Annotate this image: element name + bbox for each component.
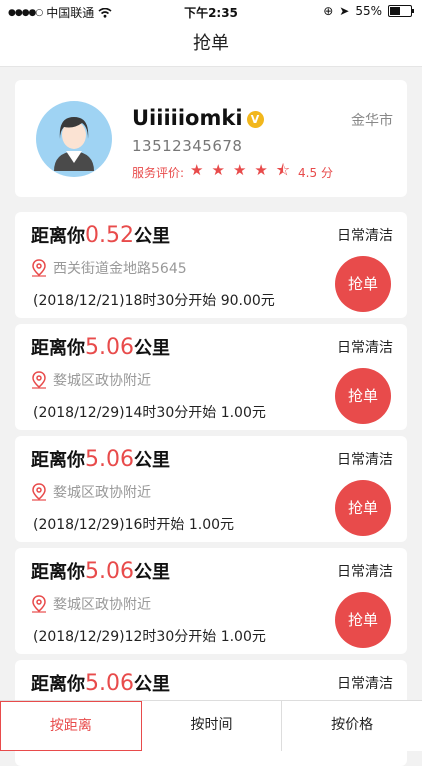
service-type: 日常清洁 [337, 452, 393, 468]
service-type: 日常清洁 [337, 340, 393, 356]
tab-sort-price[interactable]: 按价格 [282, 701, 422, 751]
address-row: 西关街道金地路5645 [31, 258, 187, 278]
order-card[interactable]: 距离你0.52公里 日常清洁 西关街道金地路5645 (2018/12/21)1… [15, 212, 407, 318]
address-text: 婺城区政协附近 [53, 485, 151, 501]
tab-sort-time[interactable]: 按时间 [142, 701, 283, 751]
location-pin-icon [32, 483, 46, 501]
rating-label: 服务评价: [132, 166, 185, 180]
location-pin-icon [32, 595, 46, 613]
avatar [36, 101, 112, 177]
time-price-text: (2018/12/29)14时30分开始 1.00元 [33, 405, 266, 421]
address-row: 婺城区政协附近 [31, 594, 151, 614]
sort-tab-bar: 按距离 按时间 按价格 [0, 700, 422, 751]
nav-bar: 抢单 [0, 22, 422, 67]
distance-text: 距离你5.06公里 [31, 447, 170, 472]
time-price-text: (2018/12/29)16时开始 1.00元 [33, 517, 235, 533]
user-name-row: Uiiiiiomki V [132, 106, 264, 130]
location-pin-icon [32, 371, 46, 389]
rating-row: 服务评价: ★★★★⯪ 4.5 分 [132, 160, 333, 185]
page-title: 抢单 [193, 33, 229, 54]
status-bar: ●●●●○ 中国联通 下午2:35 ⊕ ➤ 55% [0, 0, 422, 22]
time-price-text: (2018/12/21)18时30分开始 90.00元 [33, 293, 275, 309]
phone-number: 13512345678 [132, 137, 243, 155]
order-card[interactable]: 距离你5.06公里 日常清洁 婺城区政协附近 (2018/12/29)14时30… [15, 324, 407, 430]
address-text: 婺城区政协附近 [53, 373, 151, 389]
user-name: Uiiiiiomki [132, 106, 243, 130]
grab-order-button[interactable]: 抢单 [335, 368, 391, 424]
star-rating-icon: ★★★★⯪ [190, 161, 299, 179]
location-icon: ➤ [339, 4, 350, 18]
distance-text: 距离你5.06公里 [31, 559, 170, 584]
grab-order-button[interactable]: 抢单 [335, 592, 391, 648]
orientation-lock-icon: ⊕ [323, 4, 334, 18]
distance-text: 距离你5.06公里 [31, 335, 170, 360]
grab-order-button[interactable]: 抢单 [335, 256, 391, 312]
order-card[interactable]: 距离你5.06公里 日常清洁 婺城区政协附近 (2018/12/29)12时30… [15, 548, 407, 654]
distance-text: 距离你5.06公里 [31, 671, 170, 696]
tab-sort-distance[interactable]: 按距离 [0, 701, 142, 751]
city-label: 金华市 [351, 113, 393, 129]
profile-card: Uiiiiiomki V 13512345678 服务评价: ★★★★⯪ 4.5 … [15, 80, 407, 197]
order-card[interactable]: 距离你5.06公里 日常清洁 婺城区政协附近 (2018/12/29)16时开始… [15, 436, 407, 542]
service-type: 日常清洁 [337, 564, 393, 580]
address-row: 婺城区政协附近 [31, 482, 151, 502]
rating-value: 4.5 分 [298, 166, 333, 180]
battery-percent: 55% [355, 4, 382, 18]
service-type: 日常清洁 [337, 676, 393, 692]
time-price-text: (2018/12/29)12时30分开始 1.00元 [33, 629, 266, 645]
distance-text: 距离你0.52公里 [31, 223, 170, 248]
address-row: 婺城区政协附近 [31, 370, 151, 390]
address-text: 婺城区政协附近 [53, 597, 151, 613]
verified-icon: V [246, 111, 264, 128]
location-pin-icon [32, 259, 46, 277]
service-type: 日常清洁 [337, 228, 393, 244]
address-text: 西关街道金地路5645 [53, 261, 187, 277]
battery-icon [388, 5, 414, 17]
grab-order-button[interactable]: 抢单 [335, 480, 391, 536]
